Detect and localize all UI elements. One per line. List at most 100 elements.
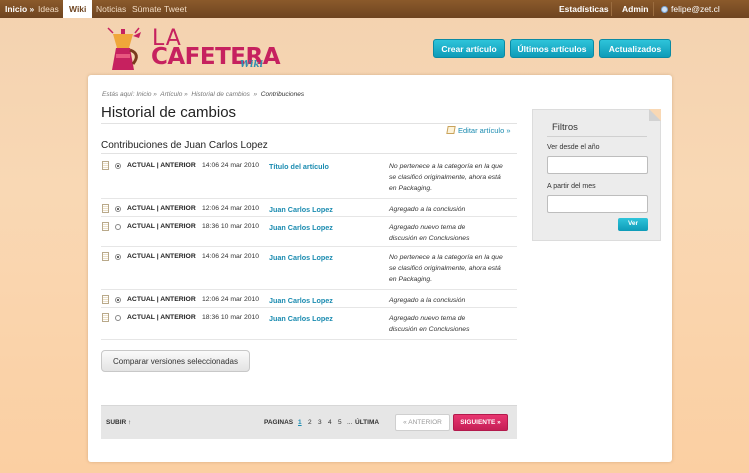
revision-radio[interactable] [115, 254, 121, 260]
filters-title: Filtros [552, 122, 578, 133]
document-icon [102, 313, 109, 322]
next-page-button[interactable]: SIGUIENTE » [453, 414, 508, 431]
nav-ideas-link[interactable]: Ideas [38, 0, 59, 18]
nav-noticias-link[interactable]: Noticias [96, 0, 126, 18]
revision-comment: Agregado a la conclusión [389, 295, 517, 306]
nav-wiki-tab[interactable]: Wiki [63, 0, 93, 18]
revision-comment-line: discusión en Conclusiones [389, 326, 470, 333]
breadcrumb-home-link[interactable]: Estás aquí: Inicio » [102, 91, 157, 98]
logo-wiki-text: Wiki [240, 60, 264, 70]
last-page-link[interactable]: ÚLTIMA [355, 419, 379, 426]
revision-radio[interactable] [115, 224, 121, 230]
previous-page-button[interactable]: « ANTERIOR [395, 414, 450, 431]
revision-comment-line: Agregado a la conclusión [389, 297, 466, 304]
revision-author-link[interactable]: Título del artículo [269, 162, 329, 171]
revision-date: 12:06 24 mar 2010 [202, 296, 260, 303]
document-icon [102, 252, 109, 261]
breadcrumb-article-link[interactable]: Artículo » [160, 91, 187, 98]
document-icon [102, 204, 109, 213]
revision-author-link[interactable]: Juan Carlos Lopez [269, 296, 333, 305]
page-link[interactable]: 5 [338, 419, 342, 426]
revision-comment-line: Agregado a la conclusión [389, 206, 466, 213]
revision-radio[interactable] [115, 206, 121, 212]
breadcrumb: Estás aquí: Inicio » Artículo » Historia… [102, 91, 304, 98]
page-link[interactable]: 3 [318, 419, 322, 426]
apply-filters-button[interactable]: Ver [618, 218, 648, 231]
document-icon [102, 295, 109, 304]
divider [101, 153, 517, 154]
nav-estadisticas-link[interactable]: Estadísticas [559, 0, 609, 18]
revision-author-link[interactable]: Juan Carlos Lopez [269, 223, 333, 232]
revision-author-link[interactable]: Juan Carlos Lopez [269, 314, 333, 323]
edit-article-label: Editar artículo » [458, 126, 511, 135]
revision-date: 18:36 10 mar 2010 [202, 314, 260, 321]
revision-comment-line: Agregado nuevo tema de [389, 315, 466, 322]
pages-label: PAGINAS [264, 419, 294, 426]
revision-comment-line: No pertenece a la categoría en la que [389, 254, 503, 261]
latest-articles-button[interactable]: Últimos artículos [510, 39, 594, 58]
month-filter-input[interactable] [547, 195, 648, 213]
page-link[interactable]: 2 [308, 419, 312, 426]
nav-admin-link[interactable]: Admin [622, 0, 648, 18]
row-divider [101, 198, 517, 199]
revision-actions[interactable]: ACTUAL | ANTERIOR [127, 253, 196, 260]
user-menu[interactable]: felipe@zet.cl [661, 0, 720, 18]
nav-tweet-link[interactable]: Tweet [164, 0, 187, 18]
breadcrumb-separator: » [253, 91, 258, 98]
revision-actions[interactable]: ACTUAL | ANTERIOR [127, 223, 196, 230]
revision-comment-line: se clasificó originalmente, ahora está [389, 174, 501, 181]
row-divider [101, 289, 517, 290]
nav-sumate-link[interactable]: Súmate [132, 0, 161, 18]
revision-comment-line: se clasificó originalmente, ahora está [389, 265, 501, 272]
page-link[interactable]: 4 [328, 419, 332, 426]
revision-author-link[interactable]: Juan Carlos Lopez [269, 205, 333, 214]
revision-actions[interactable]: ACTUAL | ANTERIOR [127, 296, 196, 303]
year-filter-label: Ver desde el año [547, 144, 600, 151]
breadcrumb-history-link[interactable]: Historial de cambios [191, 91, 250, 98]
pencil-icon [446, 126, 456, 134]
revision-actions[interactable]: ACTUAL | ANTERIOR [127, 205, 196, 212]
page-link[interactable]: 1 [298, 419, 302, 426]
revision-comment: Agregado a la conclusión [389, 204, 517, 215]
page-ellipsis: ... [347, 419, 353, 426]
revision-date: 14:06 24 mar 2010 [202, 162, 260, 169]
scroll-top-link[interactable]: SUBIR ↑ [106, 419, 131, 426]
row-divider [101, 216, 517, 217]
contributions-subtitle: Contribuciones de Juan Carlos Lopez [101, 140, 268, 151]
revision-actions[interactable]: ACTUAL | ANTERIOR [127, 162, 196, 169]
revision-comment: No pertenece a la categoría en la que se … [389, 252, 517, 285]
revision-date: 14:06 24 mar 2010 [202, 253, 260, 260]
row-divider [101, 246, 517, 247]
month-filter-label: A partir del mes [547, 183, 596, 190]
year-filter-input[interactable] [547, 156, 648, 174]
revision-comment: Agregado nuevo tema de discusión en Concl… [389, 222, 517, 244]
revision-comment-line: discusión en Conclusiones [389, 235, 470, 242]
revision-comment: No pertenece a la categoría en la que se … [389, 161, 517, 194]
page-fold-decoration [649, 109, 661, 121]
nav-inicio-link[interactable]: Inicio » [5, 0, 34, 18]
page-title: Historial de cambios [101, 104, 237, 121]
compare-versions-button[interactable]: Comparar versiones seleccionadas [101, 350, 250, 372]
row-divider [101, 339, 517, 340]
document-icon [102, 222, 109, 231]
nav-divider [653, 2, 654, 16]
revision-date: 12:06 24 mar 2010 [202, 205, 260, 212]
revision-radio[interactable] [115, 315, 121, 321]
revision-date: 18:36 10 mar 2010 [202, 223, 260, 230]
document-icon [102, 161, 109, 170]
revision-radio[interactable] [115, 163, 121, 169]
revision-actions[interactable]: ACTUAL | ANTERIOR [127, 314, 196, 321]
divider [547, 136, 647, 137]
edit-article-link[interactable]: Editar artículo » [446, 126, 511, 135]
create-article-button[interactable]: Crear artículo [433, 39, 505, 58]
coffee-pot-logo-icon[interactable] [103, 26, 147, 76]
revision-radio[interactable] [115, 297, 121, 303]
user-icon [661, 6, 668, 13]
nav-divider [611, 2, 612, 16]
breadcrumb-current: Contribuciones [260, 91, 305, 98]
revision-author-link[interactable]: Juan Carlos Lopez [269, 253, 333, 262]
revision-comment-line: Agregado nuevo tema de [389, 224, 466, 231]
top-navigation-bar: Inicio » Ideas Wiki Noticias Súmate Twee… [0, 0, 749, 18]
user-email: felipe@zet.cl [671, 4, 720, 14]
updated-articles-button[interactable]: Actualizados [599, 39, 671, 58]
